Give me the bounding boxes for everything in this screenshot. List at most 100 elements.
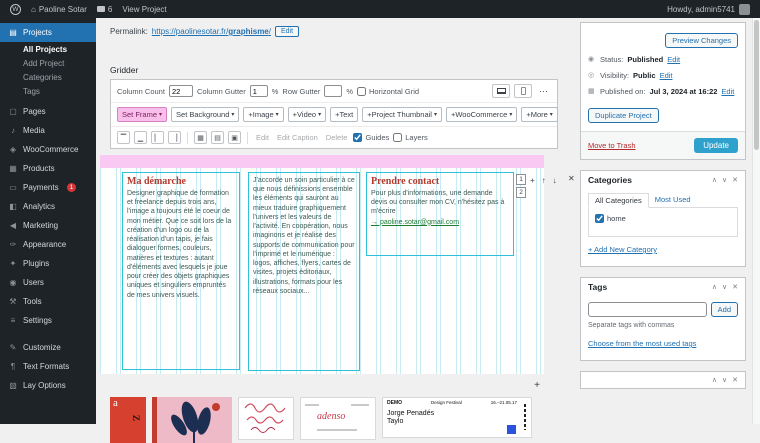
add-text-button[interactable]: +Text xyxy=(330,107,358,122)
view-project-link[interactable]: View Project xyxy=(122,5,166,14)
distribute-rows-button[interactable]: ▤ xyxy=(211,131,224,144)
page-number-2[interactable]: 2 xyxy=(516,187,526,198)
align-right-button[interactable]: ▕ xyxy=(168,131,181,144)
sidebar-subitem-tags[interactable]: Tags xyxy=(0,84,96,98)
text-block-middle[interactable]: J'accorde un soin particulier à ce que n… xyxy=(248,172,360,371)
sidebar-item-plugins[interactable]: ✦Plugins xyxy=(0,254,96,273)
add-tag-button[interactable]: Add xyxy=(711,302,738,317)
panel-toggle-icon[interactable]: ✕ xyxy=(732,176,738,184)
add-project-thumbnail-button[interactable]: +Project Thumbnail▾ xyxy=(362,107,442,122)
add-image-button[interactable]: +Image▾ xyxy=(243,107,283,122)
horizontal-grid-checkbox[interactable] xyxy=(357,87,366,96)
panel-move-down-icon[interactable]: ∨ xyxy=(722,283,727,291)
delete-button[interactable]: Delete xyxy=(324,133,350,142)
desktop-view-button[interactable] xyxy=(492,84,510,98)
tab-all-categories[interactable]: All Categories xyxy=(588,193,649,208)
page-scrollbar[interactable] xyxy=(752,18,760,424)
horizontal-grid-toggle[interactable]: Horizontal Grid xyxy=(357,87,419,96)
sidebar-item-lay-options[interactable]: ▧Lay Options xyxy=(0,376,96,395)
add-more-button[interactable]: +More▾ xyxy=(521,107,557,122)
thumbnail-script-poster[interactable] xyxy=(238,397,294,440)
panel-move-up-icon[interactable]: ∧ xyxy=(712,176,717,184)
add-new-category-link[interactable]: + Add New Category xyxy=(588,245,657,254)
wordpress-logo[interactable]: W xyxy=(10,4,21,15)
page-number-1[interactable]: 1 xyxy=(516,174,526,185)
set-frame-button[interactable]: Set Frame▾ xyxy=(117,107,167,122)
permalink-url[interactable]: https://paolinesotar.fr/graphisme/ xyxy=(152,27,271,36)
howdy-menu[interactable]: Howdy, admin5741 xyxy=(667,5,735,14)
sidebar-item-settings[interactable]: ≡Settings xyxy=(0,311,96,330)
sidebar-subitem-categories[interactable]: Categories xyxy=(0,70,96,84)
frame-background-bar[interactable] xyxy=(100,155,544,168)
edit-caption-button[interactable]: Edit Caption xyxy=(275,133,320,142)
text-block-contact[interactable]: Prendre contact Pour plus d'informations… xyxy=(366,172,514,256)
column-gutter-input[interactable] xyxy=(250,85,268,97)
thumbnail-plant-poster[interactable] xyxy=(152,397,232,443)
thumbnail-az-poster[interactable]: a z xyxy=(110,397,146,443)
sidebar-item-appearance[interactable]: ✑Appearance xyxy=(0,235,96,254)
set-background-button[interactable]: Set Background▾ xyxy=(171,107,239,122)
thumbnail-adenso-poster[interactable]: adenso xyxy=(300,397,376,440)
guides-toggle[interactable]: Guides xyxy=(353,133,389,142)
align-top-button[interactable]: ▔ xyxy=(117,131,130,144)
sidebar-item-projects[interactable]: ▤ Projects xyxy=(0,23,96,42)
sidebar-item-users[interactable]: ◉Users xyxy=(0,273,96,292)
add-woocommerce-button[interactable]: +WooCommerce▾ xyxy=(446,107,517,122)
panel-toggle-icon[interactable]: ✕ xyxy=(732,376,738,384)
sidebar-item-products[interactable]: ▦Products xyxy=(0,159,96,178)
scrollbar-thumb[interactable] xyxy=(754,20,759,150)
layers-toggle[interactable]: Layers xyxy=(393,133,428,142)
close-icon[interactable]: ✕ xyxy=(568,174,575,183)
email-link[interactable]: → paoline.sotar@gmail.com xyxy=(371,219,509,226)
new-tag-input[interactable] xyxy=(588,302,707,317)
panel-move-up-icon[interactable]: ∧ xyxy=(712,283,717,291)
more-options-button[interactable]: ⋯ xyxy=(536,86,551,97)
add-row-button[interactable]: + xyxy=(534,380,540,391)
thumbnail-demo-poster[interactable]: DEMO Design Festival 16.–21.05.17 Jorge … xyxy=(382,397,532,438)
preview-changes-button[interactable]: Preview Changes xyxy=(665,33,738,48)
panel-move-down-icon[interactable]: ∨ xyxy=(722,176,727,184)
row-gutter-input[interactable] xyxy=(324,85,342,97)
sidebar-item-marketing[interactable]: ◀Marketing xyxy=(0,216,96,235)
update-button[interactable]: Update xyxy=(694,138,738,153)
distribute-grid-button[interactable]: ▦ xyxy=(194,131,207,144)
sidebar-item-tools[interactable]: ⚒Tools xyxy=(0,292,96,311)
column-count-input[interactable] xyxy=(169,85,193,97)
panel-move-down-icon[interactable]: ∨ xyxy=(722,376,727,384)
status-edit-link[interactable]: Edit xyxy=(667,55,680,64)
fit-frame-button[interactable]: ▣ xyxy=(228,131,241,144)
sidebar-subitem-add-project[interactable]: Add Project xyxy=(0,56,96,70)
move-down-icon[interactable]: ↓ xyxy=(553,176,557,185)
sidebar-item-text-formats[interactable]: ¶Text Formats xyxy=(0,357,96,376)
edit-button[interactable]: Edit xyxy=(254,133,271,142)
visibility-edit-link[interactable]: Edit xyxy=(660,71,673,80)
permalink-edit-button[interactable]: Edit xyxy=(275,26,299,37)
align-left-button[interactable]: ▏ xyxy=(151,131,164,144)
guides-checkbox[interactable] xyxy=(353,133,362,142)
choose-most-used-tags-link[interactable]: Choose from the most used tags xyxy=(588,339,696,348)
move-up-icon[interactable]: ↑ xyxy=(542,176,546,185)
panel-toggle-icon[interactable]: ✕ xyxy=(732,283,738,291)
category-home-checkbox[interactable] xyxy=(595,214,604,223)
gridder-canvas[interactable]: Ma démarche Designer graphique de format… xyxy=(100,168,544,374)
layers-checkbox[interactable] xyxy=(393,133,402,142)
comments-link[interactable]: 6 xyxy=(97,5,112,14)
text-block-demarche[interactable]: Ma démarche Designer graphique de format… xyxy=(122,172,240,370)
duplicate-project-button[interactable]: Duplicate Project xyxy=(588,108,659,123)
sidebar-item-woocommerce[interactable]: ◈WooCommerce xyxy=(0,140,96,159)
panel-move-up-icon[interactable]: ∧ xyxy=(712,376,717,384)
sidebar-item-pages[interactable]: ▢Pages xyxy=(0,102,96,121)
align-bottom-button[interactable]: ▁ xyxy=(134,131,147,144)
category-item-home[interactable]: home xyxy=(595,214,626,223)
move-to-trash-link[interactable]: Move to Trash xyxy=(588,141,636,150)
tab-most-used[interactable]: Most Used xyxy=(649,193,697,208)
mobile-view-button[interactable] xyxy=(514,84,532,98)
sidebar-item-customize[interactable]: ✎Customize xyxy=(0,338,96,357)
add-video-button[interactable]: +Video▾ xyxy=(288,107,326,122)
site-name-link[interactable]: ⌂ Paoline Sotar xyxy=(31,5,87,14)
add-page-icon[interactable]: + xyxy=(530,176,535,185)
sidebar-item-media[interactable]: ♪Media xyxy=(0,121,96,140)
sidebar-subitem-all-projects[interactable]: All Projects xyxy=(0,42,96,56)
sidebar-item-analytics[interactable]: ◧Analytics xyxy=(0,197,96,216)
published-edit-link[interactable]: Edit xyxy=(721,87,734,96)
